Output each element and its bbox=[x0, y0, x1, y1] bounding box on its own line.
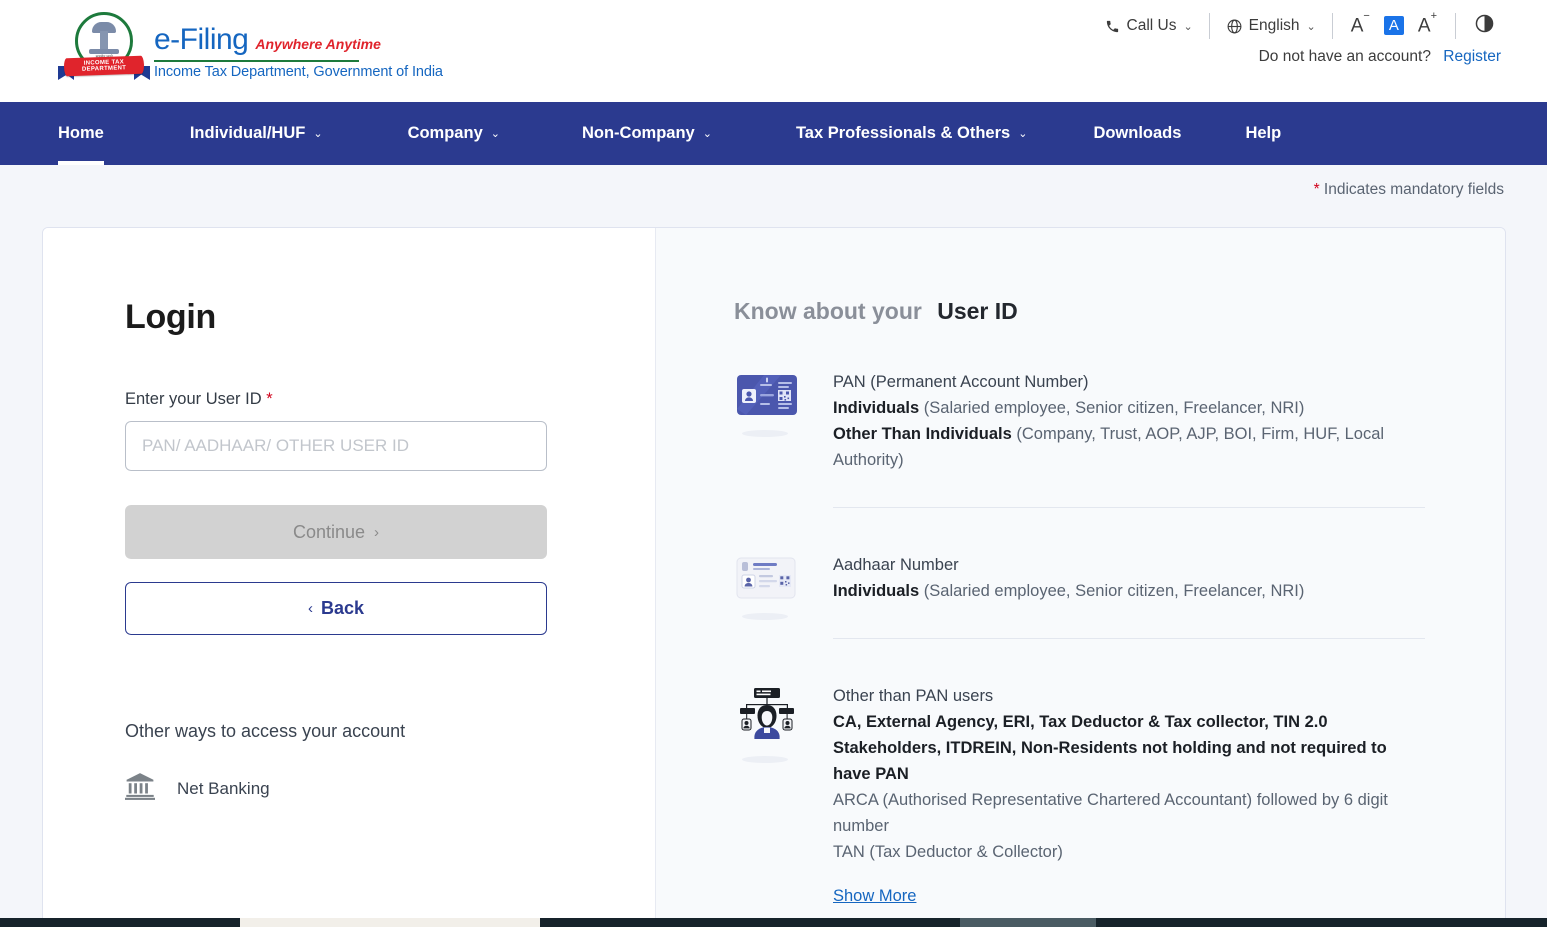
nav-item-individual-huf[interactable]: Individual/HUF ⌄ bbox=[190, 102, 323, 165]
header-utilities: Call Us ⌄ English ⌄ A− A A+ bbox=[1089, 0, 1506, 66]
india-emblem-icon: सत्यमेव जयते INCOME TAX DEPARTMENT bbox=[58, 10, 150, 86]
block-divider bbox=[833, 507, 1425, 508]
brand-tagline: Anywhere Anytime bbox=[255, 36, 381, 52]
nav-item-company[interactable]: Company ⌄ bbox=[408, 102, 500, 165]
chevron-right-icon: › bbox=[374, 524, 379, 541]
pan-line-1: PAN (Permanent Account Number) bbox=[833, 369, 1425, 395]
know-about-heading: Know about your User ID bbox=[734, 298, 1425, 325]
chevron-left-icon: ‹ bbox=[308, 600, 313, 617]
call-us-label: Call Us bbox=[1127, 17, 1177, 35]
mandatory-fields-note: * Indicates mandatory fields bbox=[1314, 181, 1504, 199]
other-users-line-3: ARCA (Authorised Representative Chartere… bbox=[833, 787, 1425, 839]
know-about-user-id-panel: Know about your User ID bbox=[655, 228, 1505, 926]
register-prompt: Do not have an account? Register bbox=[1259, 48, 1505, 66]
chevron-down-icon: ⌄ bbox=[491, 127, 500, 140]
taskbar-segment-mid bbox=[960, 918, 1096, 927]
site-header: सत्यमेव जयते INCOME TAX DEPARTMENT e-Fil… bbox=[0, 0, 1547, 102]
mandatory-text: Indicates mandatory fields bbox=[1324, 181, 1504, 198]
icon-shadow bbox=[742, 430, 788, 437]
account-prompt-text: Do not have an account? bbox=[1259, 48, 1431, 65]
main-navigation: Home Individual/HUF ⌄ Company ⌄ Non-Comp… bbox=[0, 102, 1547, 165]
income-tax-ribbon-icon: INCOME TAX DEPARTMENT bbox=[58, 54, 150, 80]
pan-line-3: Other Than Individuals (Company, Trust, … bbox=[833, 421, 1425, 473]
net-banking-label: Net Banking bbox=[177, 779, 270, 799]
nav-item-tax-professionals[interactable]: Tax Professionals & Others ⌄ bbox=[796, 102, 1028, 165]
phone-icon bbox=[1105, 19, 1120, 34]
chevron-down-icon: ⌄ bbox=[1183, 20, 1192, 33]
info-text-pan: PAN (Permanent Account Number) Individua… bbox=[833, 369, 1425, 508]
font-increase-button[interactable]: A+ bbox=[1416, 15, 1439, 36]
nav-item-help[interactable]: Help bbox=[1245, 102, 1281, 165]
net-banking-option[interactable]: Net Banking bbox=[125, 772, 655, 805]
user-id-input[interactable] bbox=[125, 421, 547, 471]
nav-item-home[interactable]: Home bbox=[58, 102, 104, 165]
other-users-line-2: CA, External Agency, ERI, Tax Deductor &… bbox=[833, 709, 1425, 787]
other-users-line-4: TAN (Tax Deductor & Collector) bbox=[833, 839, 1425, 865]
info-block-aadhaar: Aadhaar Number Individuals (Salaried emp… bbox=[734, 508, 1425, 639]
org-users-icon bbox=[734, 683, 806, 909]
page-title: Login bbox=[125, 298, 655, 337]
nav-item-non-company[interactable]: Non-Company ⌄ bbox=[582, 102, 712, 165]
show-more-link[interactable]: Show More bbox=[833, 883, 1425, 909]
chevron-down-icon: ⌄ bbox=[313, 127, 322, 140]
info-block-other-users: Other than PAN users CA, External Agency… bbox=[734, 639, 1425, 909]
call-us-menu[interactable]: Call Us ⌄ bbox=[1089, 17, 1209, 35]
info-block-pan: PAN (Permanent Account Number) Individua… bbox=[734, 325, 1425, 508]
os-taskbar-strip bbox=[0, 918, 1547, 927]
aadhaar-line-1: Aadhaar Number bbox=[833, 552, 1425, 578]
language-label: English bbox=[1249, 17, 1300, 35]
chevron-down-icon: ⌄ bbox=[1307, 20, 1316, 33]
font-size-controls: A− A A+ bbox=[1333, 15, 1455, 36]
login-panel: Login Enter your User ID * Continue › ‹ … bbox=[43, 228, 655, 926]
brand-title: e-Filing bbox=[154, 23, 248, 57]
aadhaar-line-2: Individuals (Salaried employee, Senior c… bbox=[833, 578, 1425, 604]
chevron-down-icon: ⌄ bbox=[703, 127, 712, 140]
continue-button[interactable]: Continue › bbox=[125, 505, 547, 559]
nav-label: Non-Company bbox=[582, 124, 695, 143]
icon-shadow bbox=[742, 756, 788, 763]
nav-label: Help bbox=[1245, 124, 1281, 143]
pan-card-icon bbox=[734, 369, 806, 508]
icon-shadow bbox=[742, 613, 788, 620]
required-star: * bbox=[266, 390, 272, 408]
bank-icon bbox=[125, 772, 155, 805]
page-body: * Indicates mandatory fields Login Enter… bbox=[0, 165, 1547, 927]
continue-label: Continue bbox=[293, 522, 365, 543]
brand-subtitle: Income Tax Department, Government of Ind… bbox=[154, 64, 443, 80]
font-decrease-button[interactable]: A− bbox=[1349, 15, 1372, 36]
login-card: Login Enter your User ID * Continue › ‹ … bbox=[42, 227, 1506, 927]
pan-line-2: Individuals (Salaried employee, Senior c… bbox=[833, 395, 1425, 421]
back-button[interactable]: ‹ Back bbox=[125, 582, 547, 635]
chevron-down-icon: ⌄ bbox=[1018, 127, 1027, 140]
nav-label: Downloads bbox=[1093, 124, 1181, 143]
brand-divider bbox=[154, 60, 359, 62]
font-normal-button[interactable]: A bbox=[1384, 16, 1404, 35]
contrast-toggle-button[interactable] bbox=[1456, 13, 1505, 39]
know-about-heading-strong: User ID bbox=[937, 298, 1018, 324]
info-text-aadhaar: Aadhaar Number Individuals (Salaried emp… bbox=[833, 552, 1425, 639]
mandatory-star: * bbox=[1314, 181, 1320, 198]
aadhaar-card-icon bbox=[734, 552, 806, 639]
taskbar-segment-light bbox=[240, 918, 540, 927]
nav-label: Company bbox=[408, 124, 483, 143]
register-link[interactable]: Register bbox=[1443, 48, 1501, 65]
know-about-heading-light: Know about your bbox=[734, 298, 922, 324]
brand-logo[interactable]: सत्यमेव जयते INCOME TAX DEPARTMENT e-Fil… bbox=[58, 10, 443, 86]
language-selector[interactable]: English ⌄ bbox=[1210, 17, 1332, 35]
block-divider bbox=[833, 638, 1425, 639]
back-label: Back bbox=[321, 598, 364, 619]
globe-icon bbox=[1226, 18, 1242, 34]
nav-label: Home bbox=[58, 124, 104, 143]
nav-label: Individual/HUF bbox=[190, 124, 306, 143]
nav-item-downloads[interactable]: Downloads bbox=[1093, 102, 1181, 165]
nav-label: Tax Professionals & Others bbox=[796, 124, 1010, 143]
other-ways-title: Other ways to access your account bbox=[125, 721, 655, 742]
contrast-icon bbox=[1474, 21, 1495, 38]
info-text-other-users: Other than PAN users CA, External Agency… bbox=[833, 683, 1425, 909]
user-id-label: Enter your User ID * bbox=[125, 390, 655, 409]
other-users-line-1: Other than PAN users bbox=[833, 683, 1425, 709]
user-id-label-text: Enter your User ID bbox=[125, 390, 262, 408]
